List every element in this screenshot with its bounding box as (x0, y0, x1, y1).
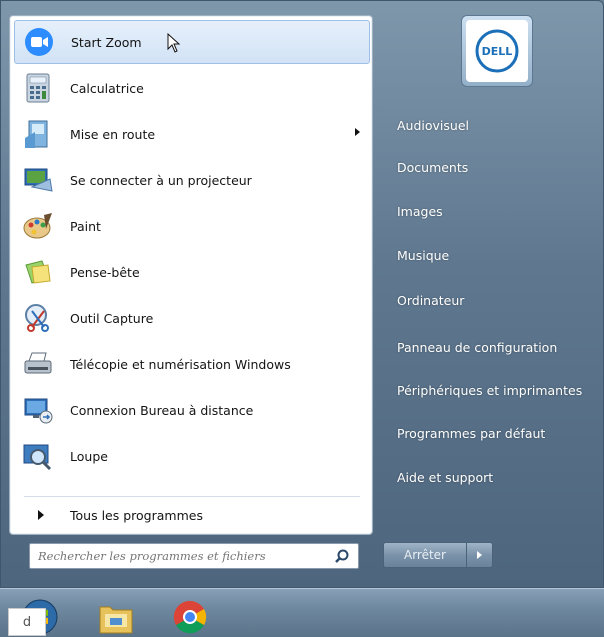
projector-icon (20, 162, 56, 198)
zoom-icon (21, 24, 57, 60)
fax-scan-icon (20, 346, 56, 382)
search-icon[interactable] (334, 548, 350, 564)
dell-logo: DELL (466, 20, 528, 82)
program-label: Télécopie et numérisation Windows (70, 356, 291, 372)
mouse-cursor-icon (167, 33, 181, 53)
program-label: Connexion Bureau à distance (70, 402, 254, 418)
shutdown-button[interactable]: Arrêter (383, 542, 467, 568)
start-menu: Start Zoom Calculatrice Mise en route Se… (0, 0, 604, 588)
user-picture-tile[interactable]: DELL (461, 15, 533, 87)
taskbar (0, 588, 604, 637)
link-peripheriques-imprimantes[interactable]: Périphériques et imprimantes (389, 374, 595, 406)
calculator-icon (20, 70, 56, 106)
search-input[interactable] (30, 549, 320, 563)
link-label: Audiovisuel (397, 117, 469, 133)
program-label: Loupe (70, 448, 108, 464)
paint-icon (20, 208, 56, 244)
link-musique[interactable]: Musique (389, 239, 595, 271)
remote-desktop-icon (20, 392, 56, 428)
shutdown-options-button[interactable] (467, 542, 493, 568)
link-label: Panneau de configuration (397, 339, 558, 355)
program-item-pense-bete[interactable]: Pense-bête (14, 250, 370, 294)
corner-label: d (8, 608, 46, 636)
link-panneau-configuration[interactable]: Panneau de configuration (389, 331, 595, 363)
program-item-start-zoom[interactable]: Start Zoom (14, 20, 370, 64)
link-aide-support[interactable]: Aide et support (389, 461, 595, 493)
link-label: Musique (397, 247, 450, 263)
shutdown-group: Arrêter (383, 542, 495, 568)
link-label: Documents (397, 159, 469, 175)
program-item-loupe[interactable]: Loupe (14, 434, 370, 478)
program-label: Paint (70, 218, 101, 234)
link-audiovisuel[interactable]: Audiovisuel (389, 109, 595, 141)
all-programs-label: Tous les programmes (70, 507, 203, 523)
link-label: Images (397, 203, 443, 219)
program-item-bureau-distance[interactable]: Connexion Bureau à distance (14, 388, 370, 432)
file-explorer-icon[interactable] (96, 595, 136, 635)
program-item-paint[interactable]: Paint (14, 204, 370, 248)
snipping-tool-icon (20, 300, 56, 336)
link-label: Aide et support (397, 469, 494, 485)
program-item-telecopie[interactable]: Télécopie et numérisation Windows (14, 342, 370, 386)
all-programs-button[interactable]: Tous les programmes (14, 500, 370, 530)
link-ordinateur[interactable]: Ordinateur (389, 284, 595, 316)
sticky-notes-icon (20, 254, 56, 290)
program-item-projecteur[interactable]: Se connecter à un projecteur (14, 158, 370, 202)
separator (24, 496, 360, 497)
link-label: Périphériques et imprimantes (397, 382, 583, 398)
program-item-mise-en-route[interactable]: Mise en route (14, 112, 370, 156)
shutdown-label: Arrêter (403, 548, 446, 562)
search-box[interactable] (29, 543, 359, 569)
chrome-icon[interactable] (170, 595, 210, 635)
program-label: Start Zoom (71, 34, 142, 50)
program-item-calculatrice[interactable]: Calculatrice (14, 66, 370, 110)
magnifier-icon (20, 438, 56, 474)
program-item-outil-capture[interactable]: Outil Capture (14, 296, 370, 340)
program-label: Mise en route (70, 126, 156, 142)
link-label: Ordinateur (397, 292, 465, 308)
program-label: Outil Capture (70, 310, 154, 326)
submenu-arrow-icon (355, 128, 360, 136)
svg-text:DELL: DELL (482, 45, 513, 58)
chevron-right-icon (477, 551, 482, 559)
link-documents[interactable]: Documents (389, 151, 595, 183)
program-label: Pense-bête (70, 264, 140, 280)
program-label: Se connecter à un projecteur (70, 172, 252, 188)
getting-started-icon (20, 116, 56, 152)
link-label: Programmes par défaut (397, 425, 546, 441)
program-label: Calculatrice (70, 80, 144, 96)
link-images[interactable]: Images (389, 195, 595, 227)
expand-arrow-icon (38, 510, 44, 520)
link-programmes-defaut[interactable]: Programmes par défaut (389, 417, 595, 449)
program-list-pane: Start Zoom Calculatrice Mise en route Se… (9, 15, 373, 535)
